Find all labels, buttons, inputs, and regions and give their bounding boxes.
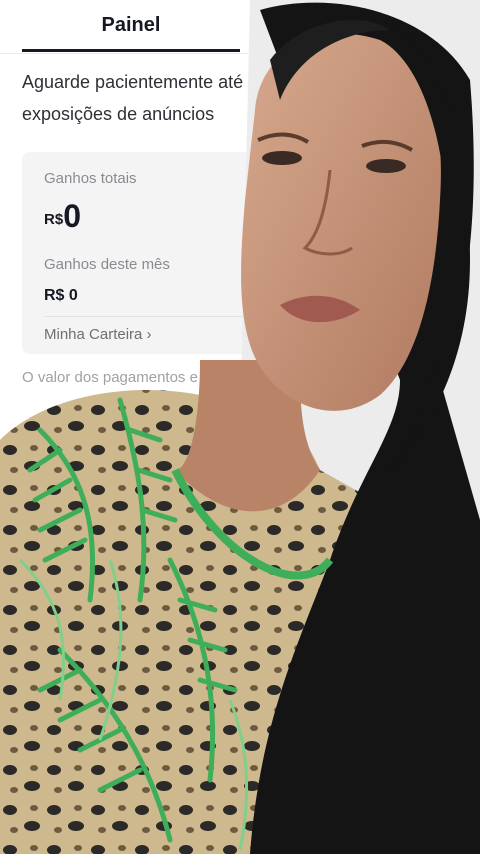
month-earnings-label: Ganhos deste mês bbox=[44, 256, 170, 273]
card-divider bbox=[44, 316, 440, 317]
app-screen: Painel S Aguarde pacientemente até que o… bbox=[0, 0, 480, 854]
tab-bar: Painel S bbox=[0, 0, 480, 54]
tab-second[interactable]: S bbox=[286, 14, 299, 37]
my-wallet-link[interactable]: Minha Carteira › bbox=[44, 326, 152, 343]
earnings-card: Ganhos totais R$0 Ganhos deste mês R$ 0 … bbox=[22, 152, 462, 354]
total-earnings-value: 0 bbox=[63, 198, 81, 234]
intro-text: Aguarde pacientemente até que os vídeos … bbox=[22, 72, 426, 124]
month-earnings-value: R$ 0 bbox=[44, 287, 78, 304]
bottom-button[interactable] bbox=[22, 796, 462, 844]
payment-note: O valor dos pagamentos e casos podem ser… bbox=[22, 369, 342, 386]
info-box bbox=[22, 556, 462, 656]
active-tab-indicator bbox=[22, 49, 240, 52]
tab-painel[interactable]: Painel bbox=[22, 14, 240, 37]
total-earnings-label: Ganhos totais bbox=[44, 170, 137, 187]
total-currency: R$ bbox=[44, 211, 64, 228]
total-earnings: R$0 bbox=[44, 198, 81, 235]
